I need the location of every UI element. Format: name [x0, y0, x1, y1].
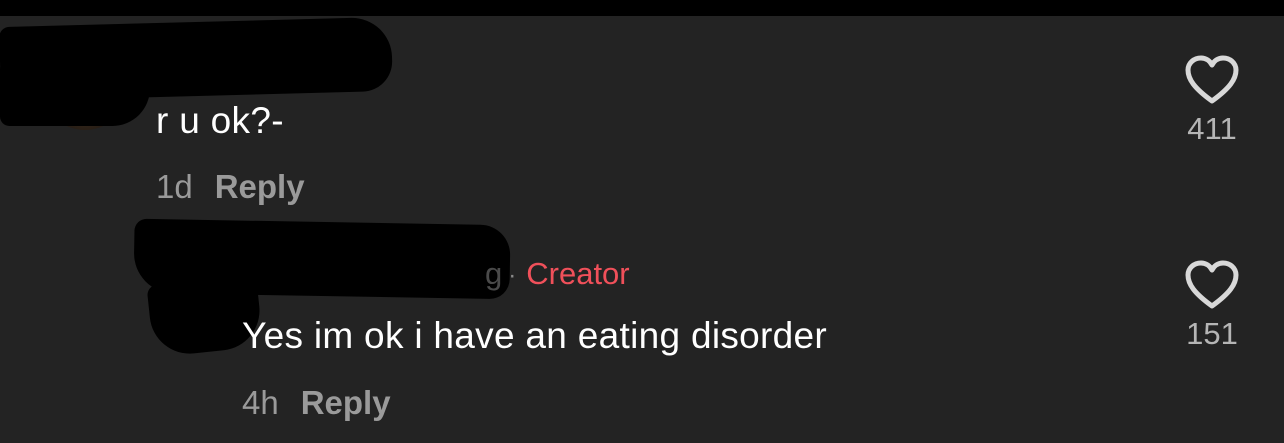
like-count: 411: [1187, 111, 1237, 146]
username-fragment: g: [485, 256, 503, 291]
badge-separator: ·: [508, 261, 517, 289]
comment-text: r u ok?-: [156, 100, 284, 141]
heart-outline-icon: [1185, 260, 1239, 309]
top-edge-bar: [0, 0, 1284, 16]
reply-meta: 4h Reply: [242, 384, 391, 422]
reply-text: Yes im ok i have an eating disorder: [242, 315, 828, 356]
reply-button[interactable]: Reply: [301, 384, 391, 421]
like-button[interactable]: 411: [1172, 55, 1252, 147]
creator-badge: Creator: [526, 256, 630, 291]
reply-timestamp: 4h: [242, 384, 279, 421]
reply-button[interactable]: Reply: [215, 168, 305, 205]
redaction-mark: [0, 60, 150, 126]
comment-meta: 1d Reply: [156, 168, 305, 206]
comment-timestamp: 1d: [156, 168, 193, 205]
heart-outline-icon: [1185, 55, 1239, 104]
comment-thread: r u ok?- 1d Reply 411 g · Creator Yes im ok…: [0, 0, 1284, 443]
like-count: 151: [1186, 316, 1238, 351]
like-button[interactable]: 151: [1172, 260, 1252, 352]
reply-username-row: g · Creator: [485, 256, 630, 292]
